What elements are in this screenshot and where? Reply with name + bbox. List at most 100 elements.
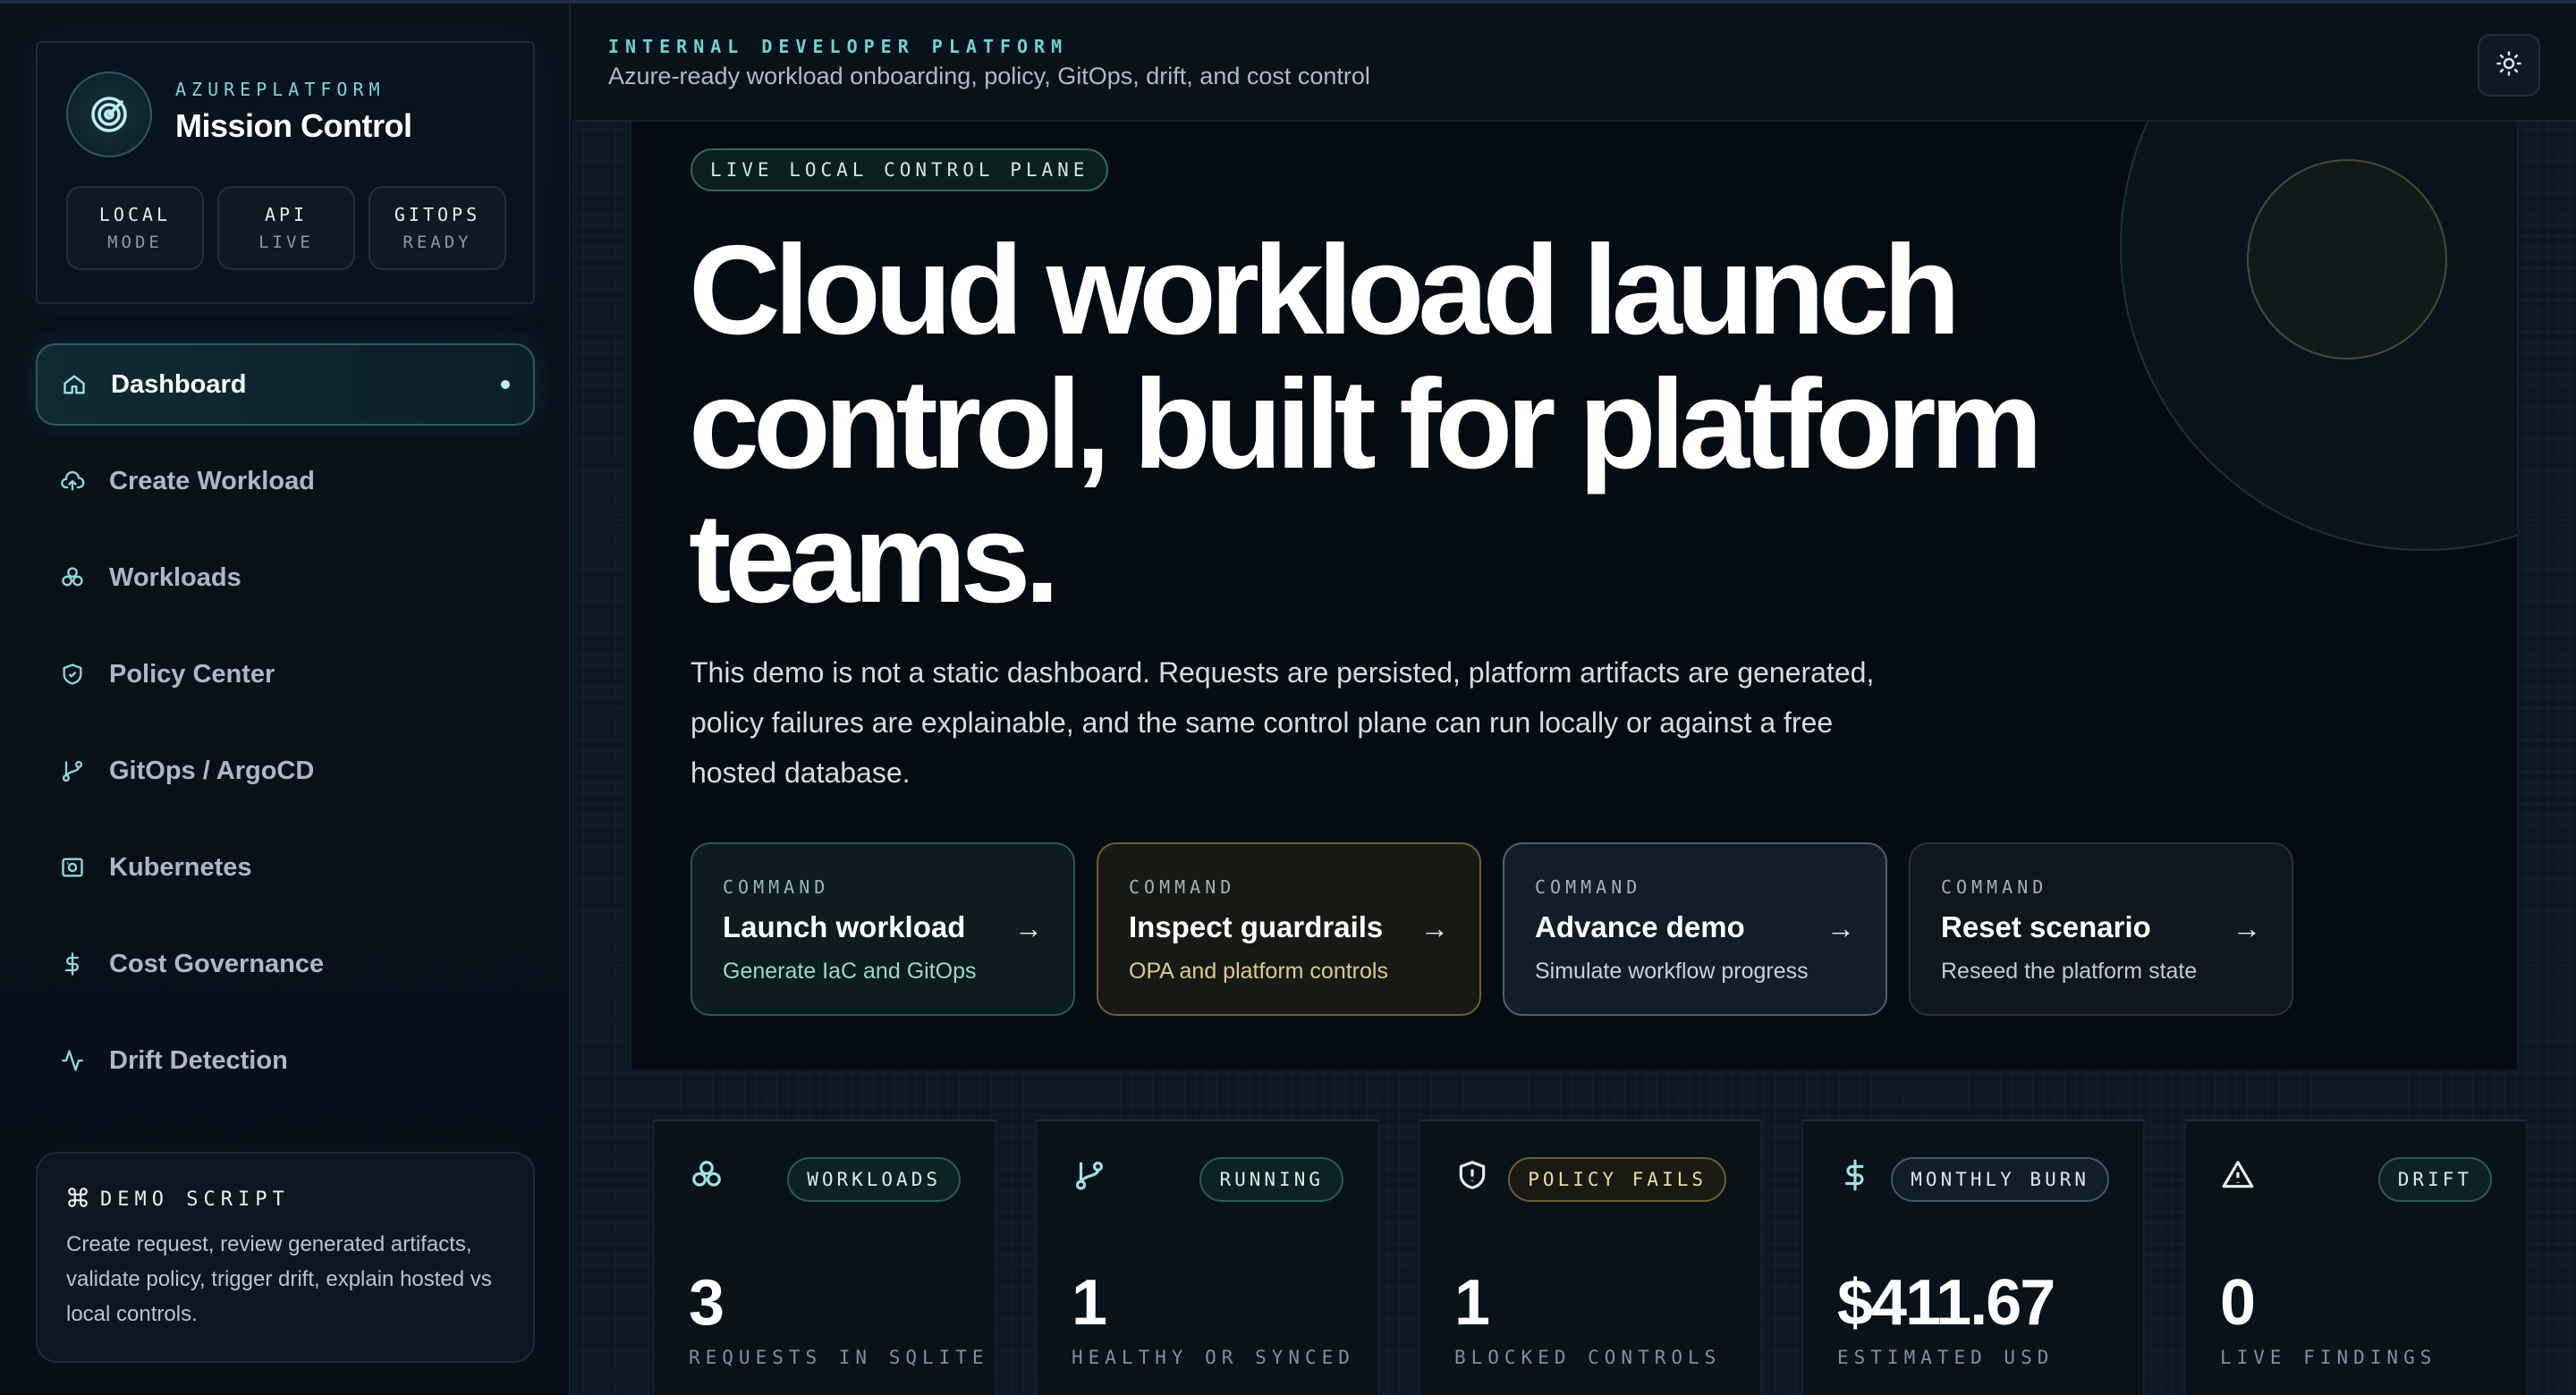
container-icon [57,852,88,883]
sidebar: AZUREPLATFORM Mission Control LOCAL MODE… [0,4,571,1395]
command-kicker: COMMAND [1941,876,2048,898]
shield-alert-icon [1454,1157,1490,1193]
stat-badge: DRIFT [2377,1157,2492,1202]
advance-demo-button[interactable]: COMMAND Advance demo Simulate workflow p… [1503,842,1887,1016]
hero-title-line: control, built for platform [689,353,2043,495]
sidebar-item-label: Dashboard [111,369,247,399]
stat-card-running[interactable]: RUNNING 1 HEALTHY OR SYNCED [1036,1120,1379,1395]
pill-line-2: READY [402,232,472,252]
hero-title: Cloud workload launch control, built for… [689,224,2209,626]
command-subtitle: OPA and platform controls [1129,959,1388,984]
activity-icon [57,1045,88,1076]
stat-label: BLOCKED CONTROLS [1454,1347,1722,1368]
command-subtitle: Generate IaC and GitOps [723,959,977,984]
gitops-pill: GITOPS READY [369,186,506,270]
demo-script-header: DEMO SCRIPT [66,1186,290,1213]
sidebar-item-label: Kubernetes [109,852,252,882]
hero-title-line: Cloud workload launch [689,219,1961,361]
demo-script-card: DEMO SCRIPT Create request, review gener… [36,1152,535,1363]
stat-value: 0 [2220,1267,2256,1339]
hero-description-line: This demo is not a static dashboard. Req… [691,656,1875,689]
radar-logo-icon [66,72,152,157]
command-kicker: COMMAND [1535,876,1642,898]
command-subtitle: Simulate workflow progress [1535,959,1809,984]
hero-description: This demo is not a static dashboard. Req… [691,647,1925,798]
arrow-right-icon: → [2233,912,2261,944]
active-indicator-dot [501,380,510,389]
stat-badge: RUNNING [1199,1157,1343,1202]
home-icon [59,369,89,400]
sidebar-item-policy-center[interactable]: Policy Center [36,633,535,715]
decorative-orb [2247,159,2447,359]
brand-card: AZUREPLATFORM Mission Control LOCAL MODE… [36,41,535,304]
command-kicker: COMMAND [1129,876,1236,898]
stat-label: HEALTHY OR SYNCED [1072,1347,1355,1368]
command-subtitle: Reseed the platform state [1941,959,2198,984]
stat-card-monthly-burn[interactable]: MONTHLY BURN $411.67 ESTIMATED USD [1801,1120,2145,1395]
stat-value: 1 [1072,1267,1107,1339]
stat-badge: WORKLOADS [787,1157,961,1202]
reset-scenario-button[interactable]: COMMAND Reset scenario Reseed the platfo… [1909,842,2293,1016]
stat-label: ESTIMATED USD [1837,1347,2055,1368]
sidebar-item-cost-governance[interactable]: Cost Governance [36,923,535,1005]
arrow-right-icon: → [1826,912,1855,944]
arrow-right-icon: → [1014,912,1043,944]
hero-section: LIVE LOCAL CONTROL PLANE Cloud workload … [630,122,2519,1070]
pill-line-2: MODE [107,232,163,252]
sidebar-item-drift-detection[interactable]: Drift Detection [36,1019,535,1102]
sidebar-item-label: Drift Detection [109,1045,288,1075]
command-title: Launch workload [723,910,966,943]
sidebar-item-gitops[interactable]: GitOps / ArgoCD [36,730,535,812]
command-title: Advance demo [1535,910,1745,943]
command-title: Reset scenario [1941,910,2151,943]
sidebar-item-label: Create Workload [109,466,315,495]
api-pill: API LIVE [217,186,355,270]
stat-value: 3 [689,1267,724,1339]
git-branch-icon [1072,1157,1107,1193]
dollar-icon [1837,1157,1873,1193]
mode-pill: LOCAL MODE [66,186,204,270]
command-key-icon [66,1186,89,1213]
sidebar-item-label: Policy Center [109,659,275,689]
header-subtitle: Azure-ready workload onboarding, policy,… [608,63,1370,89]
sidebar-item-label: Workloads [109,562,242,592]
stat-badge: MONTHLY BURN [1891,1157,2109,1202]
shield-check-icon [57,659,88,689]
stat-value: $411.67 [1837,1267,2055,1339]
sidebar-nav: Dashboard Create Workload Workloads Poli… [36,343,535,1116]
sidebar-item-kubernetes[interactable]: Kubernetes [36,826,535,909]
demo-script-title: DEMO SCRIPT [100,1188,290,1211]
header-kicker: INTERNAL DEVELOPER PLATFORM [608,36,1069,57]
inspect-guardrails-button[interactable]: COMMAND Inspect guardrails OPA and platf… [1097,842,1481,1016]
stat-label: REQUESTS IN SQLITE [689,1347,989,1368]
stat-card-drift[interactable]: DRIFT 0 LIVE FINDINGS [2184,1120,2528,1395]
pill-line-1: GITOPS [394,204,481,225]
stat-label: LIVE FINDINGS [2220,1347,2437,1368]
sidebar-item-label: GitOps / ArgoCD [109,756,315,785]
sidebar-item-dashboard[interactable]: Dashboard [36,343,535,426]
pill-line-1: LOCAL [98,204,172,225]
dollar-icon [57,949,88,979]
stat-card-policy-fails[interactable]: POLICY FAILS 1 BLOCKED CONTROLS [1419,1120,1762,1395]
brand-title: Mission Control [175,107,412,144]
hero-title-line: teams. [689,487,1060,630]
stat-card-workloads[interactable]: WORKLOADS 3 REQUESTS IN SQLITE [653,1120,996,1395]
git-branch-icon [57,756,88,786]
live-status-pill: LIVE LOCAL CONTROL PLANE [691,148,1109,191]
pill-line-2: LIVE [258,232,314,252]
boxes-icon [689,1157,724,1193]
command-kicker: COMMAND [723,876,830,898]
stat-badge: POLICY FAILS [1508,1157,1726,1202]
sidebar-item-label: Cost Governance [109,949,325,978]
command-title: Inspect guardrails [1129,910,1384,943]
theme-toggle-button[interactable] [2478,34,2540,97]
sidebar-item-create-workload[interactable]: Create Workload [36,440,535,522]
page-header: INTERNAL DEVELOPER PLATFORM Azure-ready … [572,4,2576,122]
demo-script-body: Create request, review generated artifac… [66,1232,492,1326]
hero-description-line: policy failures are explainable, and the… [691,706,1834,739]
warning-icon [2220,1157,2256,1193]
main-content: LIVE LOCAL CONTROL PLANE Cloud workload … [572,122,2576,1395]
boxes-icon [57,562,88,593]
launch-workload-button[interactable]: COMMAND Launch workload Generate IaC and… [691,842,1075,1016]
sidebar-item-workloads[interactable]: Workloads [36,537,535,619]
